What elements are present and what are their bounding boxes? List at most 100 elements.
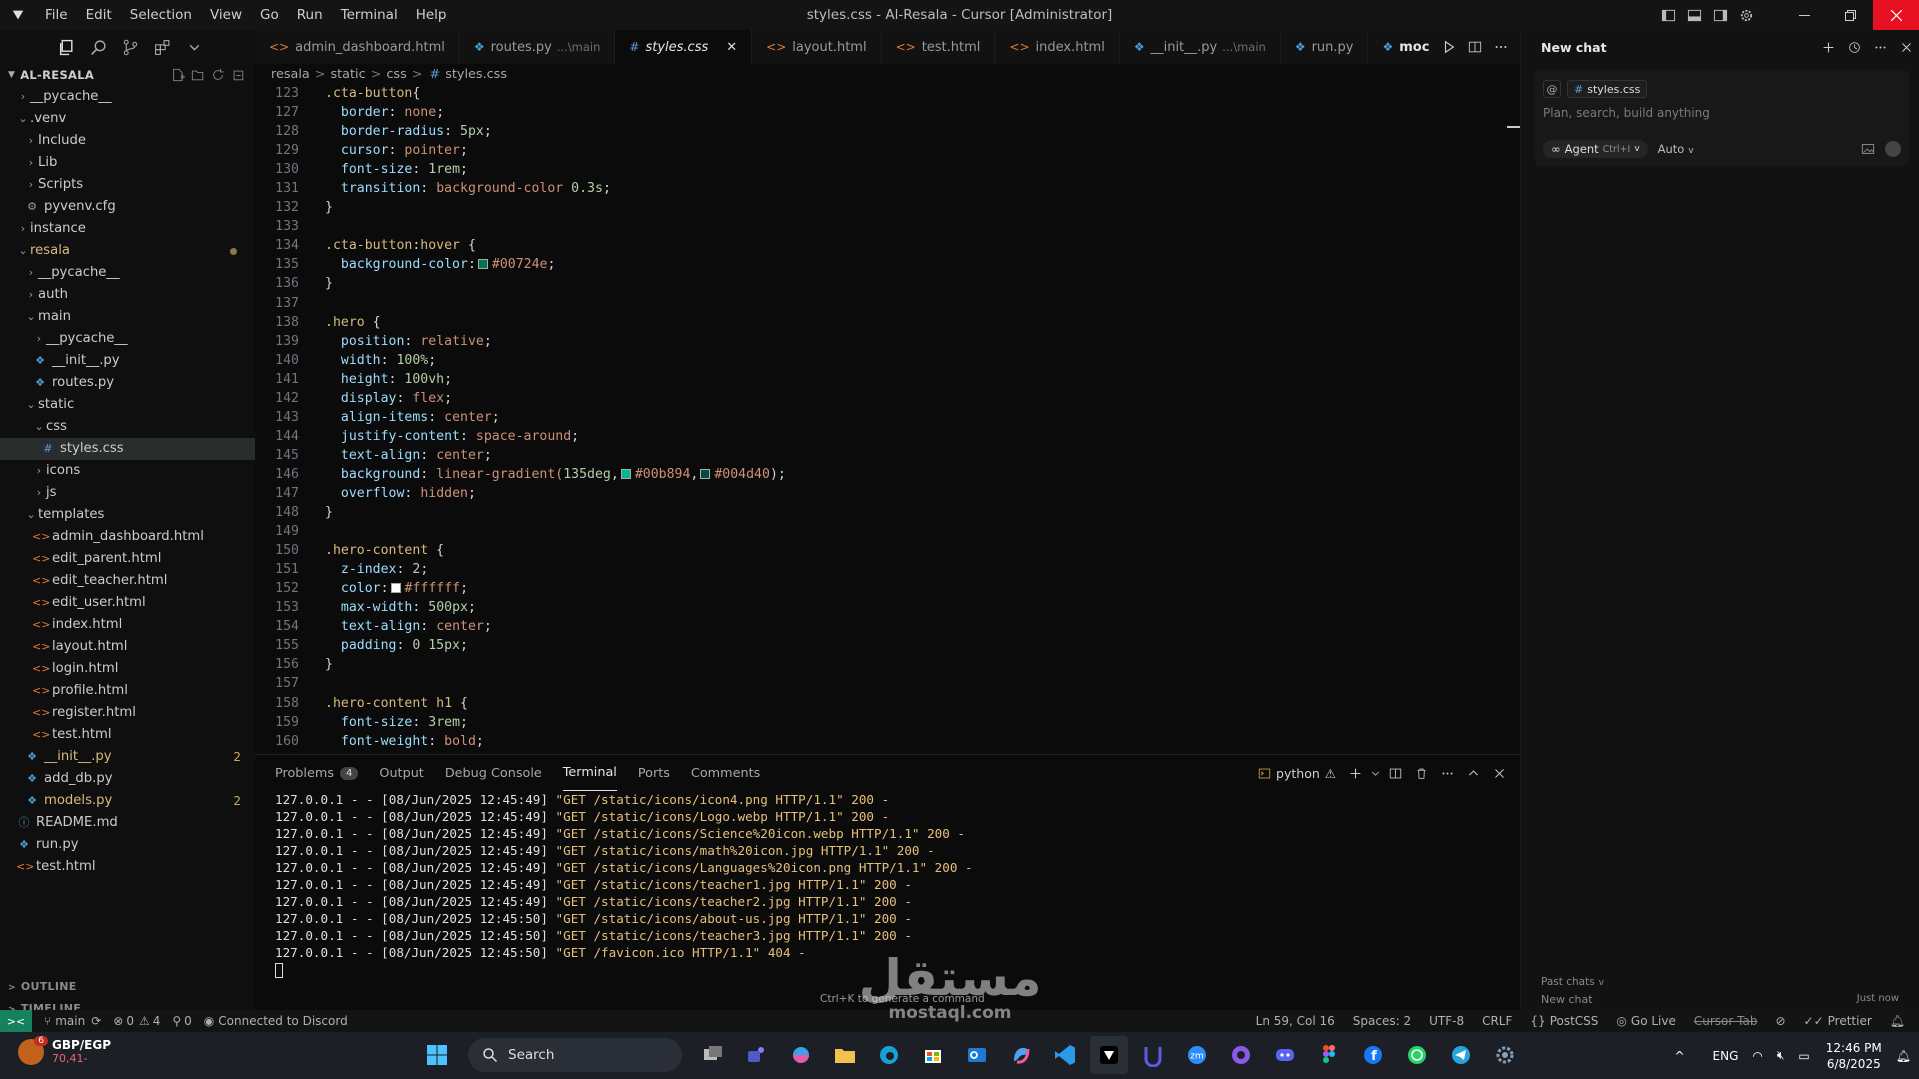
terminal-selector[interactable]: python ⚠ (1258, 766, 1336, 781)
menu-help[interactable]: Help (407, 0, 456, 30)
tree-item-html[interactable]: <> register.html (0, 702, 255, 724)
toggle-panel-icon[interactable] (1681, 0, 1707, 30)
problems-indicator[interactable]: ⊗ 0 ⚠ 4 (113, 1014, 160, 1028)
tree-item-md[interactable]: ⓘ README.md (0, 812, 255, 834)
new-chat-plus-icon[interactable] (1815, 32, 1841, 62)
tab-index-html[interactable]: <> index.html (995, 30, 1120, 64)
github-desktop-icon[interactable] (1222, 1036, 1260, 1074)
close-icon[interactable]: ✕ (726, 40, 737, 55)
edge-browser-icon[interactable] (870, 1036, 908, 1074)
prettier-status[interactable]: ✓✓ Prettier (1804, 1014, 1872, 1028)
panel-tab-comments[interactable]: Comments (691, 755, 760, 791)
line-ending[interactable]: CRLF (1482, 1014, 1512, 1028)
breadcrumb-item[interactable]: styles.css (445, 67, 507, 82)
chevron-up-icon[interactable]: ^ (1674, 1049, 1684, 1063)
tree-item-html[interactable]: <> test.html (0, 724, 255, 746)
wifi-icon[interactable]: ◠ (1752, 1049, 1762, 1063)
breadcrumb-item[interactable]: resala (271, 67, 310, 82)
run-play-icon[interactable] (1436, 32, 1462, 62)
new-terminal-icon[interactable] (1342, 758, 1368, 788)
tree-item-py[interactable]: ❖ __init__.py 2 (0, 746, 255, 768)
widget-ticker[interactable]: 6 GBP/EGP 70,41- (18, 1035, 111, 1065)
code-editor[interactable]: 123 .cta-button{127 border: none; 128 bord… (255, 84, 1520, 754)
tree-item-html[interactable]: <> test.html (0, 856, 255, 878)
split-terminal-icon[interactable] (1382, 758, 1408, 788)
cursor-position[interactable]: Ln 59, Col 16 (1256, 1014, 1335, 1028)
color-swatch[interactable] (477, 259, 488, 270)
tab-test-html[interactable]: <> test.html (882, 30, 996, 64)
tree-item-folder[interactable]: › __pycache__ (0, 262, 255, 284)
more-actions-icon[interactable] (1867, 32, 1893, 62)
branch-indicator[interactable]: ⑂ main ⟳ (44, 1014, 101, 1028)
close-icon[interactable] (1893, 32, 1919, 62)
vscode-icon[interactable] (1046, 1036, 1084, 1074)
volume-muted-icon[interactable]: 🔇︎ (1777, 1048, 1785, 1063)
tree-item-py[interactable]: ❖ routes.py (0, 372, 255, 394)
trash-icon[interactable] (1408, 758, 1434, 788)
tree-item-folder[interactable]: ⌄ css (0, 416, 255, 438)
terminal-prompt[interactable] (255, 963, 1520, 978)
menu-go[interactable]: Go (251, 0, 288, 30)
settings-gear-icon[interactable] (1733, 0, 1759, 30)
zoom-icon[interactable]: zm (1178, 1036, 1216, 1074)
color-swatch[interactable] (390, 583, 401, 594)
model-dropdown[interactable]: Auto v (1658, 142, 1694, 156)
color-swatch[interactable] (620, 468, 631, 479)
notification-icon[interactable]: 🔔︎ (1896, 1049, 1911, 1063)
tree-item-folder[interactable]: › icons (0, 460, 255, 482)
breadcrumb-item[interactable]: css (386, 67, 406, 82)
tree-item-folder[interactable]: › Lib (0, 152, 255, 174)
toggle-secondary-sidebar-icon[interactable] (1707, 0, 1733, 30)
remote-indicator[interactable]: >< (0, 1010, 32, 1032)
close-button[interactable] (1873, 0, 1919, 30)
new-file-icon[interactable] (171, 68, 185, 82)
go-live-button[interactable]: ◎ Go Live (1616, 1014, 1675, 1028)
chat-input-box[interactable]: @ # styles.css Plan, search, build anythi… (1535, 70, 1909, 166)
source-control-icon[interactable] (114, 30, 146, 64)
discord-icon[interactable] (1266, 1036, 1304, 1074)
settings-icon[interactable] (1486, 1036, 1524, 1074)
cursor-app-icon[interactable] (1090, 1036, 1128, 1074)
microsoft365-icon[interactable] (782, 1036, 820, 1074)
outlook-icon[interactable] (958, 1036, 996, 1074)
past-chats-toggle[interactable]: Past chats v (1541, 976, 1604, 988)
copilot-icon[interactable]: ⊘ (1775, 1014, 1785, 1028)
tree-item-folder[interactable]: › Scripts (0, 174, 255, 196)
tree-item-html[interactable]: <> layout.html (0, 636, 255, 658)
explorer-files-icon[interactable] (50, 30, 82, 64)
menu-terminal[interactable]: Terminal (332, 0, 407, 30)
context-file-pill[interactable]: # styles.css (1567, 80, 1648, 98)
panel-tab-terminal[interactable]: Terminal (562, 755, 617, 791)
ports-indicator[interactable]: ⚲ 0 (172, 1014, 191, 1028)
more-actions-icon[interactable] (1488, 32, 1514, 62)
restore-button[interactable] (1827, 0, 1873, 30)
panel-tab-ports[interactable]: Ports (638, 755, 670, 791)
tree-item-folder[interactable]: › instance (0, 218, 255, 240)
panel-tab-debug-console[interactable]: Debug Console (445, 755, 542, 791)
split-editor-icon[interactable] (1462, 32, 1488, 62)
tab-routes-py[interactable]: ❖ routes.py ...\main (460, 30, 616, 64)
copilot-icon[interactable] (1002, 1036, 1040, 1074)
tree-item-folder[interactable]: ⌄ resala (0, 240, 255, 262)
tab-admin-dashboard-html[interactable]: <> admin_dashboard.html (255, 30, 460, 64)
panel-tab-output[interactable]: Output (379, 755, 423, 791)
toggle-primary-sidebar-icon[interactable] (1655, 0, 1681, 30)
tree-item-html[interactable]: <> admin_dashboard.html (0, 526, 255, 548)
terminal-output[interactable]: 127.0.0.1 - - [08/Jun/2025 12:45:49] "GE… (255, 791, 1520, 961)
input-language[interactable]: ENG (1713, 1049, 1739, 1063)
tree-item-css[interactable]: # styles.css (0, 438, 255, 460)
tab-moc[interactable]: ❖ moc (1368, 30, 1433, 64)
search-icon[interactable] (82, 30, 114, 64)
minimize-button[interactable] (1781, 0, 1827, 30)
tab-styles-css[interactable]: # styles.css ✕ (615, 30, 753, 64)
tree-item-folder[interactable]: › js (0, 482, 255, 504)
tree-item-folder[interactable]: ⌄ templates (0, 504, 255, 526)
menu-view[interactable]: View (201, 0, 251, 30)
maximize-panel-icon[interactable] (1460, 758, 1486, 788)
tree-item-cfg[interactable]: ⚙ pyvenv.cfg (0, 196, 255, 218)
teams-icon[interactable] (738, 1036, 776, 1074)
menu-edit[interactable]: Edit (77, 0, 121, 30)
encoding[interactable]: UTF-8 (1429, 1014, 1464, 1028)
language-mode[interactable]: {} PostCSS (1530, 1014, 1598, 1028)
discord-status[interactable]: ◉ Connected to Discord (204, 1014, 348, 1028)
